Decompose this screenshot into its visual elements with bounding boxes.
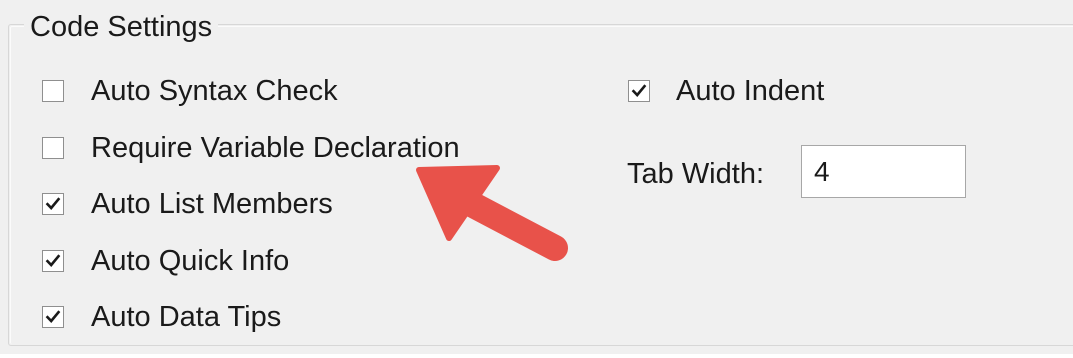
auto-quick-info-label: Auto Quick Info bbox=[91, 245, 290, 277]
require-variable-declaration-checkbox[interactable] bbox=[42, 137, 64, 159]
checkmark-icon bbox=[45, 197, 61, 210]
auto-syntax-check-checkbox[interactable] bbox=[42, 80, 64, 102]
tab-width-input[interactable] bbox=[801, 145, 966, 198]
arrow-pointer-icon bbox=[416, 165, 568, 261]
auto-quick-info-option[interactable]: Auto Quick Info bbox=[42, 241, 289, 281]
auto-data-tips-label: Auto Data Tips bbox=[91, 301, 282, 333]
checkmark-icon bbox=[45, 254, 61, 267]
checkmark-icon bbox=[45, 310, 61, 323]
checkmark-icon bbox=[631, 84, 647, 97]
auto-syntax-check-label: Auto Syntax Check bbox=[91, 75, 338, 107]
auto-list-members-label: Auto List Members bbox=[91, 188, 333, 220]
auto-list-members-checkbox[interactable] bbox=[42, 193, 64, 215]
require-variable-declaration-option[interactable]: Require Variable Declaration bbox=[42, 128, 460, 168]
code-settings-panel: Code Settings Auto Syntax Check Require … bbox=[0, 0, 1073, 358]
auto-syntax-check-option[interactable]: Auto Syntax Check bbox=[42, 71, 338, 111]
group-title: Code Settings bbox=[24, 9, 219, 45]
auto-indent-label: Auto Indent bbox=[676, 75, 825, 107]
bottom-edge bbox=[0, 354, 1073, 358]
auto-list-members-option[interactable]: Auto List Members bbox=[42, 184, 333, 224]
auto-indent-option[interactable]: Auto Indent bbox=[628, 71, 824, 111]
auto-quick-info-checkbox[interactable] bbox=[42, 250, 64, 272]
auto-data-tips-option[interactable]: Auto Data Tips bbox=[42, 297, 281, 337]
arrow-pointer-shape bbox=[416, 165, 568, 261]
tab-width-label: Tab Width: bbox=[627, 158, 764, 190]
auto-data-tips-checkbox[interactable] bbox=[42, 306, 64, 328]
auto-indent-checkbox[interactable] bbox=[628, 80, 650, 102]
